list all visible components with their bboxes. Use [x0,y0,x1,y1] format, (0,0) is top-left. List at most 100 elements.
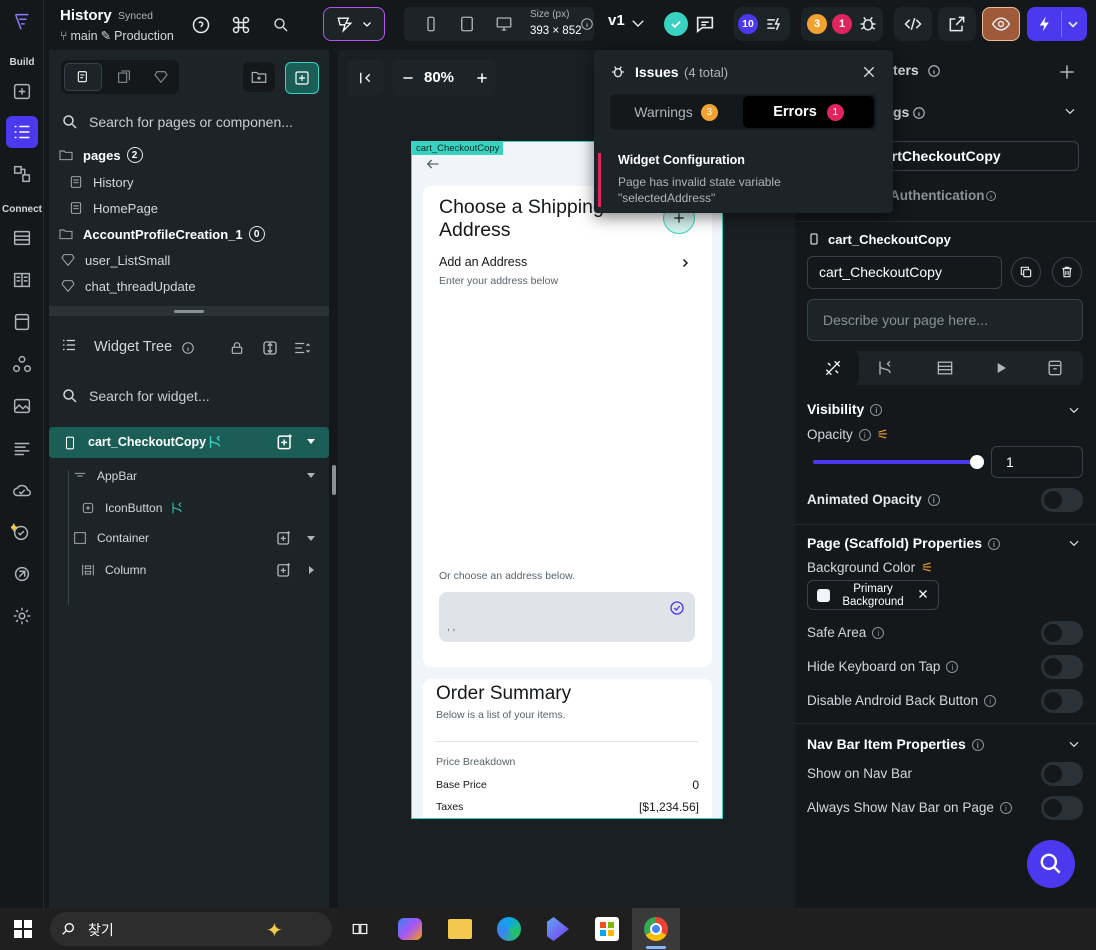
clear-color-icon[interactable] [917,588,929,600]
component-item-user-listsmall[interactable]: user_ListSmall [59,252,170,268]
zoom-in-icon[interactable] [472,68,492,88]
container-caret-icon[interactable] [307,536,315,541]
add-folder-button[interactable] [243,62,275,92]
copy-button[interactable] [1011,257,1041,287]
tablet-device-icon[interactable] [458,15,476,33]
opacity-slider-thumb[interactable] [970,455,984,469]
add-parameter-icon[interactable] [1057,62,1077,82]
settings-info-icon[interactable] [912,106,926,120]
backend-query-tab-icon[interactable] [935,358,955,378]
integrations-icon[interactable] [6,558,38,590]
version-chevron-icon[interactable] [629,14,647,32]
always-show-nav-toggle[interactable] [1041,796,1083,820]
settings-chevron-icon[interactable] [1063,104,1077,118]
edge-browser-icon[interactable] [497,917,521,941]
page-description-input[interactable]: Describe your page here... [807,299,1083,341]
branch-info[interactable]: ⑂ main ✎ Production [60,28,174,44]
error-item[interactable]: Widget Configuration Page has invalid st… [594,151,893,211]
chevron-right-icon[interactable] [679,257,691,269]
tree-item-iconbutton[interactable]: IconButton [79,500,194,516]
run-chevron-icon[interactable] [1066,17,1080,31]
tree-root-item[interactable]: cart_CheckoutCopy [49,427,329,458]
component-item-chat-threadupdate[interactable]: chat_threadUpdate [59,278,196,294]
components-tab-icon[interactable] [105,63,143,91]
widget-palette-button[interactable] [323,7,385,41]
variable-icon[interactable]: ⚟ [877,427,889,442]
navbar-section-title[interactable]: Nav Bar Item Properties i [807,736,984,752]
close-icon[interactable] [861,64,877,80]
lock-icon[interactable] [229,340,245,356]
help-icon[interactable] [190,14,212,36]
taskbar-search[interactable]: 찾기 ✦ [50,912,332,946]
actions-tab-icon[interactable] [875,358,895,378]
scaffold-chevron-icon[interactable] [1067,536,1081,550]
panel-splitter[interactable] [329,50,338,908]
code-view-button[interactable] [894,7,932,41]
disable-back-toggle[interactable] [1041,689,1083,713]
bg-color-chip[interactable]: Primary Background [807,580,939,610]
windows-start-icon[interactable] [14,920,32,938]
column-caret-icon[interactable] [309,566,314,574]
widget-search[interactable]: Search for widget... [49,378,329,414]
visibility-section-title[interactable]: Visibility i [807,401,883,417]
desktop-device-icon[interactable] [494,15,514,33]
back-arrow-icon[interactable] [425,156,441,172]
account-profile-folder[interactable]: AccountProfileCreation_1 0 [57,226,265,242]
cloud-functions-icon[interactable] [6,474,38,506]
tree-caret-icon[interactable] [307,439,315,444]
bing-icon[interactable] [547,917,569,941]
project-name[interactable]: History [60,7,112,24]
state-tab-icon[interactable] [1045,358,1065,378]
localization-icon[interactable] [6,433,38,465]
add-address-label[interactable]: Add an Address [439,255,527,269]
tree-item-appbar[interactable]: AppBar [71,468,137,484]
add-page-button[interactable] [285,62,319,94]
variable-icon[interactable]: ⚟ [921,560,933,575]
column-add-child-icon[interactable] [275,561,293,579]
address-option-card[interactable]: , , [439,592,695,642]
page-search[interactable]: Search for pages or componen... [49,104,329,140]
search-icon[interactable] [270,14,292,36]
widget-tree-info-icon[interactable] [181,341,195,355]
phone-preview[interactable]: cart_CheckoutCopy Choose a Shipping Addr… [411,141,723,819]
tree-options-icon[interactable] [292,339,312,357]
page-name-input-partial[interactable]: artCheckoutCopy [876,141,1079,171]
scaffold-section-title[interactable]: Page (Scaffold) Properties i [807,535,1001,551]
params-info-icon[interactable] [927,64,941,78]
page-item-history[interactable]: History [67,174,133,190]
auth-info-icon[interactable] [985,190,997,202]
version-label[interactable]: v1 [608,12,625,29]
tree-item-column[interactable]: Column [79,562,146,578]
storyboard-icon[interactable] [6,158,38,190]
command-icon[interactable] [230,14,252,36]
collapse-panel-button[interactable] [348,60,384,96]
task-view-icon[interactable] [350,920,370,938]
file-explorer-icon[interactable] [448,919,472,939]
add-page-icon[interactable] [6,75,38,107]
chat-icon[interactable] [694,13,716,35]
show-nav-bar-toggle[interactable] [1041,762,1083,786]
errors-tab[interactable]: Errors 1 [743,96,874,128]
check-status-icon[interactable] [664,12,688,36]
chrome-taskbar-item[interactable] [632,908,680,950]
size-info-icon[interactable] [580,17,594,31]
zoom-out-icon[interactable] [398,68,418,88]
pages-tab-icon[interactable] [64,63,102,91]
copilot-icon[interactable] [398,918,422,940]
issues-button[interactable]: 3 1 [801,7,883,41]
share-button[interactable] [938,7,976,41]
ms-store-icon[interactable] [595,917,619,941]
api-calls-icon[interactable] [6,264,38,296]
flutterflow-logo[interactable] [6,6,38,38]
appbar-caret-icon[interactable] [307,473,315,478]
safe-area-toggle[interactable] [1041,621,1083,645]
settings-icon[interactable] [6,600,38,632]
pages-folder[interactable]: pages 2 [57,147,143,163]
add-child-icon[interactable] [275,432,295,452]
widget-name-input[interactable]: cart_CheckoutCopy [807,256,1002,289]
panel-resize-handle[interactable] [49,306,329,316]
opacity-slider-track[interactable] [813,455,984,469]
animations-tab-icon[interactable] [991,358,1011,378]
opacity-input[interactable]: 1 [991,446,1083,478]
expand-collapse-icon[interactable] [261,339,279,357]
